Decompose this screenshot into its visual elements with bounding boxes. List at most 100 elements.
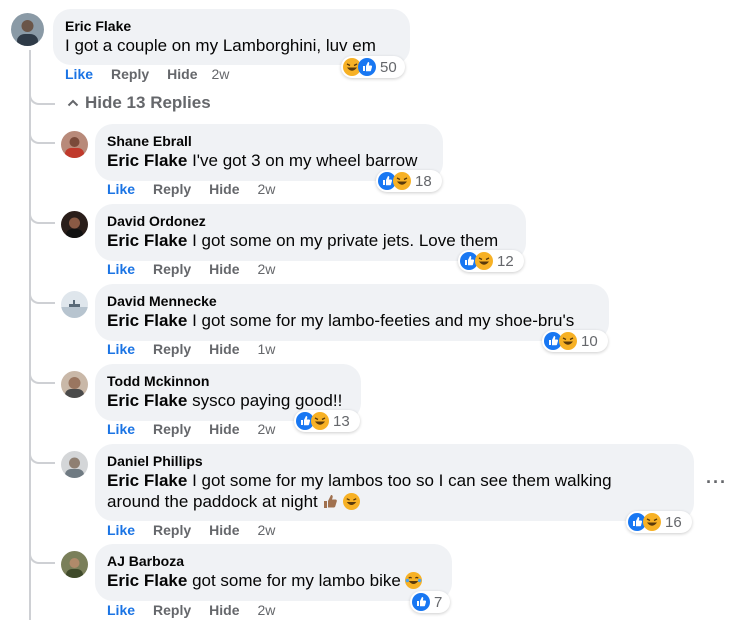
mention-link[interactable]: Eric Flake	[107, 471, 187, 490]
like-button[interactable]: Like	[107, 421, 135, 437]
like-icon	[358, 58, 376, 76]
mention-link[interactable]: Eric Flake	[107, 391, 187, 410]
like-icon	[412, 593, 430, 611]
laughing-emoji-icon	[342, 493, 360, 515]
timestamp[interactable]: 2w	[257, 421, 275, 437]
reply-bubble: David Mennecke Eric Flake I got some for…	[95, 284, 609, 341]
reply-body-cont: around the paddock at night	[107, 492, 318, 511]
comment-author[interactable]: Eric Flake	[65, 17, 398, 35]
timestamp[interactable]: 2w	[257, 602, 275, 618]
thread-elbow	[29, 132, 55, 144]
reply-bubble: AJ Barboza Eric Flake got some for my la…	[95, 544, 452, 601]
avatar[interactable]	[61, 211, 88, 238]
reaction-summary[interactable]: 12	[458, 250, 524, 272]
reply-body: I got some for my lambo-feeties and my s…	[192, 311, 575, 330]
reply-body: I got some for my lambos too so I can se…	[192, 471, 612, 490]
reaction-count: 12	[497, 252, 514, 270]
reply-text: Eric Flake got some for my lambo bike	[107, 570, 440, 594]
reply-button[interactable]: Reply	[153, 602, 191, 618]
reaction-count: 50	[380, 58, 397, 76]
reaction-count: 18	[415, 172, 432, 190]
reply-author[interactable]: AJ Barboza	[107, 552, 440, 570]
reply-actions: Like Reply Hide 2w	[107, 602, 275, 618]
haha-icon	[393, 172, 411, 190]
reply-button[interactable]: Reply	[153, 421, 191, 437]
hide-button[interactable]: Hide	[209, 602, 239, 618]
reaction-summary[interactable]: 18	[376, 170, 442, 192]
reply-author[interactable]: Shane Ebrall	[107, 132, 431, 150]
hide-button[interactable]: Hide	[209, 421, 239, 437]
like-button[interactable]: Like	[65, 66, 93, 82]
mention-link[interactable]: Eric Flake	[107, 231, 187, 250]
thread-elbow	[29, 93, 55, 105]
reply-text-line-2: around the paddock at night	[107, 491, 682, 515]
haha-icon	[475, 252, 493, 270]
reaction-summary[interactable]: 10	[542, 330, 608, 352]
timestamp[interactable]: 2w	[257, 261, 275, 277]
like-button[interactable]: Like	[107, 341, 135, 357]
reply-bubble: Daniel Phillips Eric Flake I got some fo…	[95, 444, 694, 521]
hide-replies-label: Hide 13 Replies	[85, 93, 211, 112]
avatar[interactable]	[61, 291, 88, 318]
reply-button[interactable]: Reply	[111, 66, 149, 82]
reply-actions: Like Reply Hide 2w	[107, 522, 275, 538]
reaction-summary[interactable]: 13	[294, 410, 360, 432]
reply-text: Eric Flake I got some for my lambos too …	[107, 470, 682, 491]
reaction-count: 16	[665, 513, 682, 531]
hide-button[interactable]: Hide	[167, 66, 197, 82]
timestamp[interactable]: 2w	[257, 181, 275, 197]
mention-link[interactable]: Eric Flake	[107, 151, 187, 170]
reply-button[interactable]: Reply	[153, 522, 191, 538]
thread-elbow	[29, 292, 55, 304]
mention-link[interactable]: Eric Flake	[107, 571, 187, 590]
reply-author[interactable]: Daniel Phillips	[107, 452, 682, 470]
avatar[interactable]	[11, 13, 44, 46]
reaction-summary[interactable]: 50	[341, 56, 405, 78]
mention-link[interactable]: Eric Flake	[107, 311, 187, 330]
reply-text: Eric Flake I got some for my lambo-feeti…	[107, 310, 597, 331]
reaction-count: 10	[581, 332, 598, 350]
reply-button[interactable]: Reply	[153, 181, 191, 197]
reply-actions: Like Reply Hide 1w	[107, 341, 275, 357]
reply-button[interactable]: Reply	[153, 261, 191, 277]
avatar[interactable]	[61, 551, 88, 578]
like-button[interactable]: Like	[107, 602, 135, 618]
like-button[interactable]: Like	[107, 181, 135, 197]
haha-icon	[643, 513, 661, 531]
avatar[interactable]	[61, 131, 88, 158]
comment-actions: Like Reply Hide 2w	[65, 66, 229, 82]
reply-body: I got some on my private jets. Love them	[192, 231, 499, 250]
hide-button[interactable]: Hide	[209, 522, 239, 538]
reply-text: Eric Flake I got some on my private jets…	[107, 230, 514, 251]
hide-replies-toggle[interactable]: Hide 13 Replies	[67, 93, 211, 113]
like-button[interactable]: Like	[107, 261, 135, 277]
timestamp[interactable]: 1w	[257, 341, 275, 357]
reply-author[interactable]: David Mennecke	[107, 292, 597, 310]
timestamp[interactable]: 2w	[257, 522, 275, 538]
reply-author[interactable]: Todd Mckinnon	[107, 372, 349, 390]
reply-actions: Like Reply Hide 2w	[107, 421, 275, 437]
reply-actions: Like Reply Hide 2w	[107, 261, 275, 277]
avatar[interactable]	[61, 371, 88, 398]
thread-elbow	[29, 452, 55, 464]
reply-text: Eric Flake I've got 3 on my wheel barrow	[107, 150, 431, 171]
haha-icon	[559, 332, 577, 350]
hide-button[interactable]: Hide	[209, 261, 239, 277]
hide-button[interactable]: Hide	[209, 341, 239, 357]
more-options-icon[interactable]: ···	[706, 472, 727, 493]
reply-actions: Like Reply Hide 2w	[107, 181, 275, 197]
reaction-summary[interactable]: 7	[410, 591, 450, 613]
reply-button[interactable]: Reply	[153, 341, 191, 357]
reply-body: sysco paying good!!	[192, 391, 343, 410]
avatar[interactable]	[61, 451, 88, 478]
reaction-count: 13	[333, 412, 350, 430]
reply-text: Eric Flake sysco paying good!!	[107, 390, 349, 411]
thread-elbow	[29, 372, 55, 384]
hide-button[interactable]: Hide	[209, 181, 239, 197]
comment-text: I got a couple on my Lamborghini, luv em	[65, 36, 376, 55]
timestamp[interactable]: 2w	[211, 66, 229, 82]
like-button[interactable]: Like	[107, 522, 135, 538]
reply-author[interactable]: David Ordonez	[107, 212, 514, 230]
thread-elbow	[29, 552, 55, 564]
reaction-summary[interactable]: 16	[626, 511, 692, 533]
